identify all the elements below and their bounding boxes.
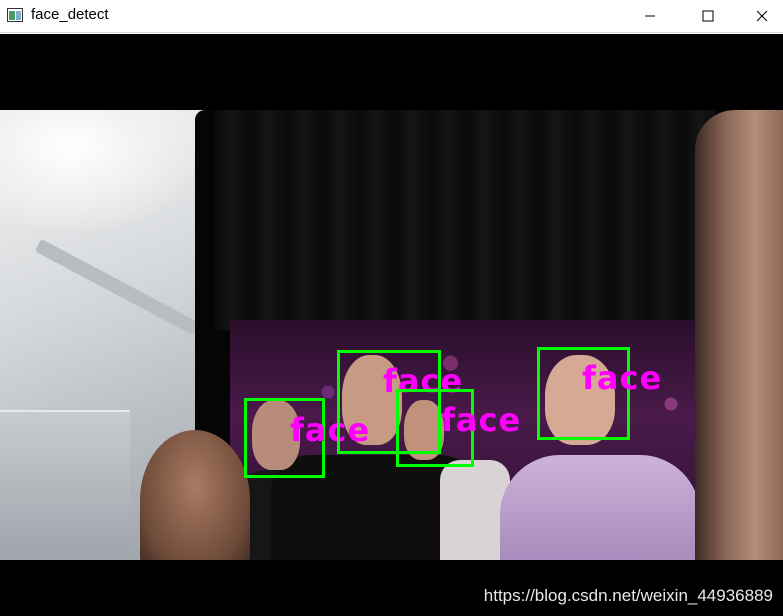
watermark-url: https://blog.csdn.net/weixin_44936889 <box>483 586 773 605</box>
holding-hand <box>695 110 783 560</box>
face-detection-label: face <box>441 401 522 439</box>
ceiling-light <box>0 110 200 230</box>
close-icon <box>756 10 768 22</box>
maximize-icon <box>702 10 714 22</box>
video-display: face face face face https://blog.csdn.ne… <box>0 34 783 616</box>
maximize-button[interactable] <box>685 0 731 32</box>
close-button[interactable] <box>739 0 783 32</box>
opencv-window-icon <box>7 8 23 22</box>
background-furniture <box>0 410 130 560</box>
minimize-button[interactable] <box>627 0 673 32</box>
title-bar[interactable]: face_detect <box>0 0 783 33</box>
stage-curtain <box>215 110 715 330</box>
person-4-body <box>500 455 700 560</box>
window-title: face_detect <box>31 6 109 23</box>
camera-frame <box>0 110 783 560</box>
minimize-icon <box>645 15 655 17</box>
face-detection-label: face <box>582 359 663 397</box>
holding-finger <box>140 430 250 560</box>
